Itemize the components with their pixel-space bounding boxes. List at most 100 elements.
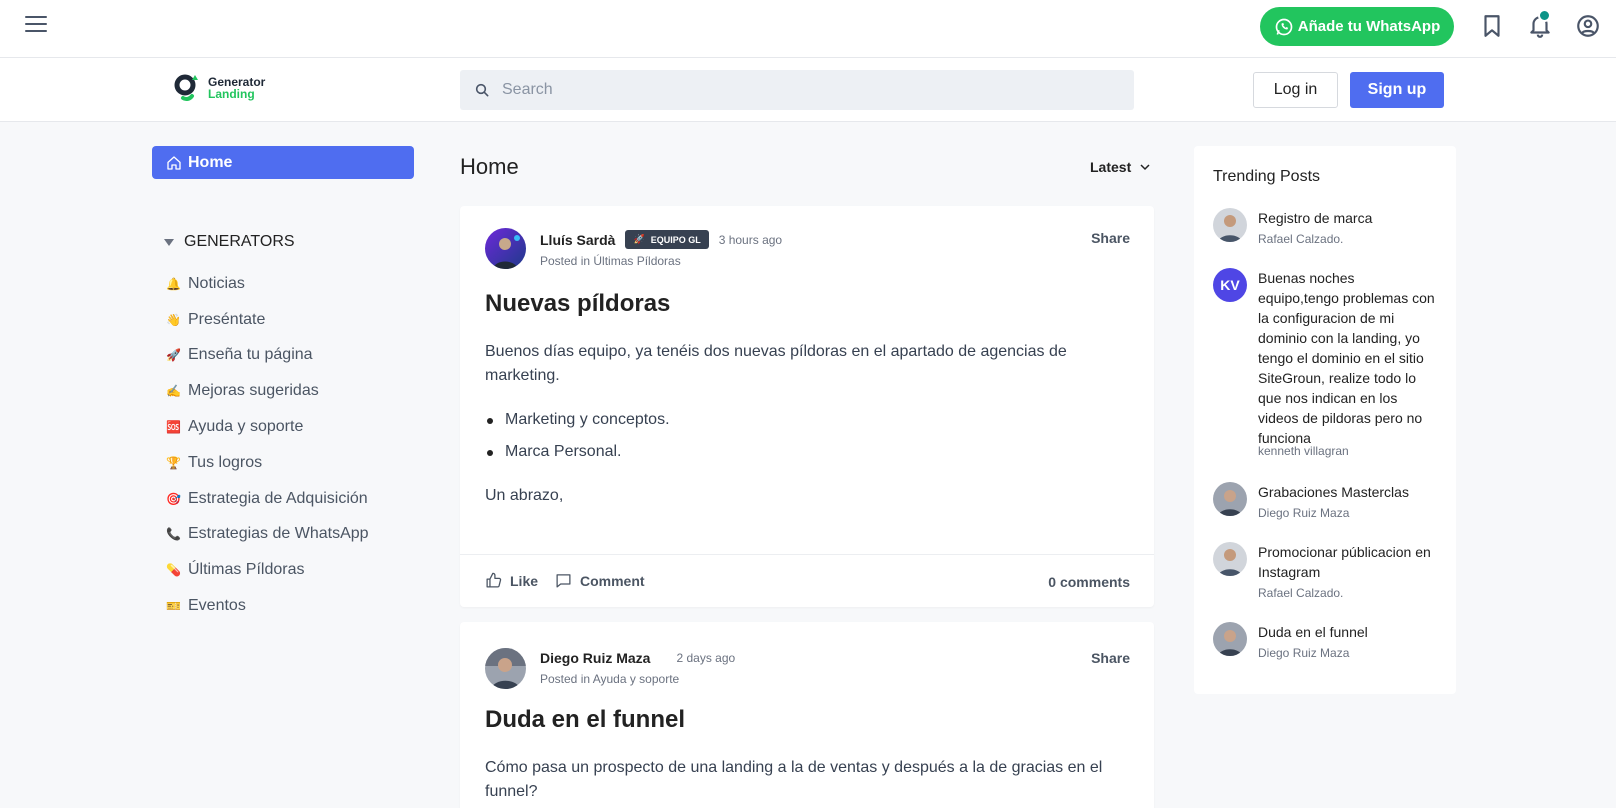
list-item: Marca Personal. bbox=[485, 440, 1125, 464]
generators-section-label: GENERATORS bbox=[184, 233, 295, 250]
chevron-down-icon bbox=[1140, 164, 1150, 171]
sidebar-item-ayuda-y-soporte[interactable]: 🆘 Ayuda y soporte bbox=[166, 409, 369, 445]
rocket-icon: 🚀 bbox=[633, 234, 645, 244]
share-button[interactable]: Share bbox=[1091, 650, 1130, 666]
comments-count[interactable]: 0 comments bbox=[1048, 574, 1130, 590]
comment-button[interactable]: Comment bbox=[555, 572, 645, 589]
home-icon bbox=[167, 155, 181, 170]
search-input[interactable] bbox=[502, 81, 1102, 99]
avatar[interactable] bbox=[485, 648, 526, 689]
trending-item-title: Duda en el funnel bbox=[1258, 624, 1368, 640]
search-bar[interactable] bbox=[460, 70, 1134, 110]
trophy-emoji-icon: 🏆 bbox=[166, 455, 181, 470]
pill-emoji-icon: 💊 bbox=[166, 563, 181, 578]
post-card: Lluís Sardà 🚀 EQUIPO GL 3 hours ago Poste… bbox=[460, 206, 1154, 607]
trending-posts-panel: Trending Posts Registro de marca Rafael … bbox=[1194, 146, 1456, 694]
post-author: Lluís Sardà 🚀 EQUIPO GL 3 hours ago bbox=[540, 230, 782, 249]
sidebar-item-noticias[interactable]: 🔔 Noticias bbox=[166, 266, 369, 302]
sidebar-item-label: Mejoras sugeridas bbox=[188, 382, 319, 400]
phone-emoji-icon: 📞 bbox=[166, 527, 181, 542]
logo-mark bbox=[174, 72, 202, 104]
like-label: Like bbox=[510, 572, 539, 589]
avatar bbox=[1213, 482, 1247, 516]
sidebar-item-ensena-tu-pagina[interactable]: 🚀 Enseña tu página bbox=[166, 338, 369, 374]
logo[interactable]: Generator Landing bbox=[174, 72, 265, 104]
like-button[interactable]: Like bbox=[485, 572, 538, 589]
sidebar-item-label: Eventos bbox=[188, 597, 246, 615]
sidebar-item-presentate[interactable]: 👋 Preséntate bbox=[166, 302, 369, 338]
sort-label: Latest bbox=[1090, 159, 1132, 175]
post-body: Cómo pasa un prospecto de una landing a … bbox=[485, 756, 1125, 804]
posted-in[interactable]: Posted in Últimas Píldoras bbox=[540, 254, 681, 268]
trending-item-title: Registro de marca bbox=[1258, 210, 1373, 226]
sidebar-item-label: Tus logros bbox=[188, 453, 263, 471]
post-author: Diego Ruiz Maza 2 days ago bbox=[540, 650, 735, 666]
sidebar-item-label: Estrategia de Adquisición bbox=[188, 489, 368, 507]
top-bar: Añade tu WhatsApp bbox=[0, 0, 1616, 58]
post-paragraph: Un abrazo, bbox=[485, 487, 564, 504]
trending-item-author: Rafael Calzado. bbox=[1258, 586, 1344, 600]
sidebar-item-estrategia-de-adquisicion[interactable]: 🎯 Estrategia de Adquisición bbox=[166, 481, 369, 517]
posted-in[interactable]: Posted in Ayuda y soporte bbox=[540, 672, 679, 686]
sidebar-list: 🔔 Noticias 👋 Preséntate 🚀 Enseña tu página … bbox=[166, 266, 369, 624]
author-name[interactable]: Lluís Sardà bbox=[540, 232, 615, 248]
sidebar-item-label: Enseña tu página bbox=[188, 346, 313, 364]
user-account-icon[interactable] bbox=[1575, 13, 1601, 39]
bell-emoji-icon: 🔔 bbox=[166, 276, 181, 291]
post-paragraph: Buenos días equipo, ya tenéis dos nuevas… bbox=[485, 343, 1067, 384]
generators-section-toggle[interactable]: GENERATORS bbox=[164, 233, 295, 251]
add-whatsapp-button[interactable]: Añade tu WhatsApp bbox=[1260, 7, 1454, 46]
author-name[interactable]: Diego Ruiz Maza bbox=[540, 650, 650, 666]
sidebar-item-label: Ayuda y soporte bbox=[188, 418, 304, 436]
trending-item-title: Buenas noches equipo,tengo problemas con… bbox=[1258, 270, 1435, 446]
sos-emoji-icon: 🆘 bbox=[166, 420, 181, 435]
add-whatsapp-label: Añade tu WhatsApp bbox=[1297, 18, 1441, 35]
avatar[interactable] bbox=[485, 228, 526, 269]
whatsapp-icon bbox=[1275, 18, 1293, 35]
signup-button[interactable]: Sign up bbox=[1350, 72, 1444, 108]
sidebar-item-estrategias-de-whatsapp[interactable]: 📞 Estrategias de WhatsApp bbox=[166, 517, 369, 553]
post-paragraph: Cómo pasa un prospecto de una landing a … bbox=[485, 759, 1103, 800]
sidebar-item-label: Preséntate bbox=[188, 310, 266, 328]
list-item: Marketing y conceptos. bbox=[485, 408, 1125, 432]
post-title[interactable]: Nuevas píldoras bbox=[485, 290, 670, 318]
menu-icon[interactable] bbox=[25, 16, 47, 34]
thumbs-up-icon bbox=[486, 572, 502, 588]
sidebar-item-ultimas-pildoras[interactable]: 💊 Últimas Píldoras bbox=[166, 552, 369, 588]
rocket-emoji-icon: 🚀 bbox=[166, 348, 181, 363]
sidebar-item-home-label: Home bbox=[188, 153, 233, 171]
sidebar-item-label: Últimas Píldoras bbox=[188, 561, 305, 579]
avatar bbox=[1213, 622, 1247, 656]
ticket-emoji-icon: 🎫 bbox=[166, 599, 181, 614]
trending-item-author: kenneth villagran bbox=[1258, 444, 1349, 458]
team-badge: 🚀 EQUIPO GL bbox=[625, 230, 709, 249]
sidebar-item-tus-logros[interactable]: 🏆 Tus logros bbox=[166, 445, 369, 481]
badge-label: EQUIPO GL bbox=[650, 234, 701, 245]
sort-dropdown[interactable]: Latest bbox=[1090, 159, 1151, 175]
post-timestamp: 2 days ago bbox=[676, 651, 736, 665]
sidebar-item-label: Estrategias de WhatsApp bbox=[188, 525, 369, 543]
search-icon bbox=[475, 83, 489, 97]
trending-title: Trending Posts bbox=[1213, 168, 1321, 185]
site-header: Generator Landing Log in Sign up bbox=[0, 58, 1616, 122]
target-emoji-icon: 🎯 bbox=[166, 491, 181, 506]
avatar: KV bbox=[1213, 268, 1247, 302]
post-title[interactable]: Duda en el funnel bbox=[485, 706, 685, 734]
post-body: Buenos días equipo, ya tenéis dos nuevas… bbox=[485, 340, 1125, 508]
avatar bbox=[1213, 542, 1247, 576]
comment-label: Comment bbox=[580, 572, 645, 589]
post-bullet-list: Marketing y conceptos. Marca Personal. bbox=[485, 408, 1125, 464]
wave-emoji-icon: 👋 bbox=[166, 312, 181, 327]
bookmark-icon[interactable] bbox=[1479, 13, 1505, 39]
login-button[interactable]: Log in bbox=[1253, 72, 1338, 108]
post-timestamp: 3 hours ago bbox=[718, 232, 783, 247]
comment-icon bbox=[556, 574, 571, 588]
caret-down-icon bbox=[164, 238, 174, 246]
trending-item-author: Rafael Calzado. bbox=[1258, 232, 1344, 246]
sidebar-item-eventos[interactable]: 🎫 Eventos bbox=[166, 588, 369, 624]
sidebar-item-mejoras-sugeridas[interactable]: ✍️ Mejoras sugeridas bbox=[166, 373, 369, 409]
share-button[interactable]: Share bbox=[1091, 230, 1130, 246]
sidebar-item-home[interactable]: Home bbox=[152, 146, 414, 179]
trending-item-author: Diego Ruiz Maza bbox=[1258, 506, 1350, 520]
trending-item-title: Grabaciones Masterclas bbox=[1258, 484, 1409, 500]
